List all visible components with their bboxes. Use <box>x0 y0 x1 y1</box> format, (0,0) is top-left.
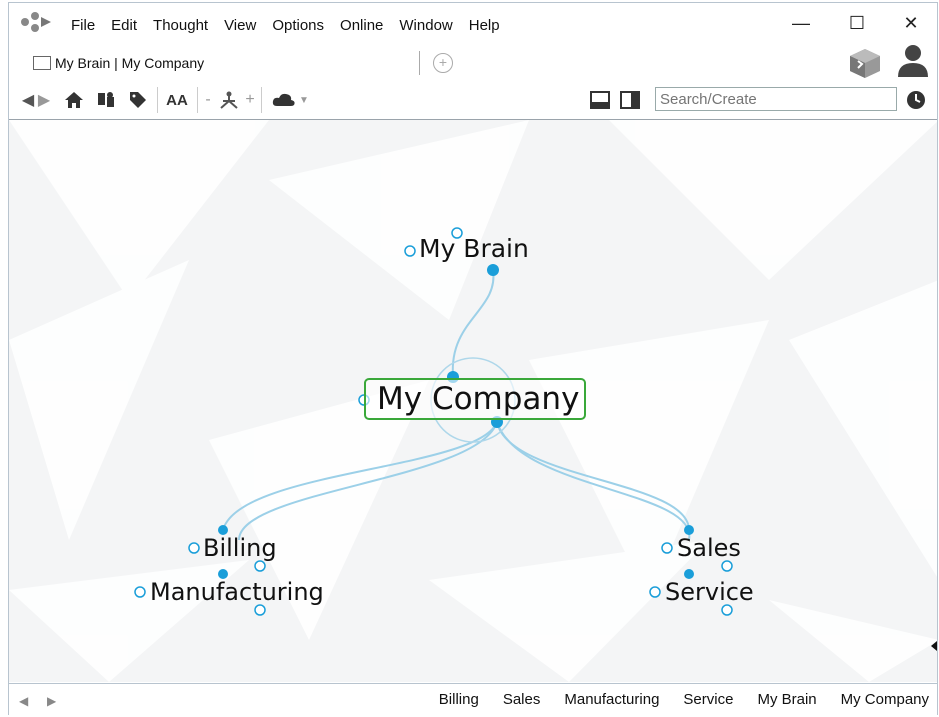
menu-window[interactable]: Window <box>391 17 460 34</box>
thebrain-logo-icon[interactable] <box>19 11 53 33</box>
toolbar-separator <box>261 87 262 113</box>
billing-child-gate <box>254 560 266 572</box>
breadcrumb-forward-icon[interactable]: ▶ <box>47 694 56 708</box>
sales-left-gate <box>661 542 673 554</box>
sales-child-gate <box>721 560 733 572</box>
menu-thought[interactable]: Thought <box>145 17 216 34</box>
menu-view[interactable]: View <box>216 17 264 34</box>
menu-edit[interactable]: Edit <box>103 17 145 34</box>
parent-left-gate <box>404 245 416 257</box>
service-child-gate <box>721 604 733 616</box>
add-tab-button[interactable]: + <box>433 53 453 73</box>
menu-help[interactable]: Help <box>461 17 508 34</box>
find-thought-icon[interactable] <box>95 89 117 111</box>
tab-row: My Brain | My Company + <box>9 45 937 79</box>
tag-icon[interactable] <box>127 89 149 111</box>
back-arrow-icon[interactable]: ◀ <box>21 89 35 111</box>
home-icon[interactable] <box>63 89 85 111</box>
zoom-in-button[interactable]: + <box>245 89 255 111</box>
expand-thought-icon[interactable] <box>217 89 241 111</box>
thought-child-billing[interactable]: Billing <box>203 534 277 562</box>
forward-arrow-icon[interactable]: ▶ <box>37 89 51 111</box>
thought-child-service[interactable]: Service <box>665 578 754 606</box>
minimize-button[interactable]: — <box>781 11 821 35</box>
manufacturing-child-gate <box>254 604 266 616</box>
breadcrumb-item[interactable]: Service <box>683 691 733 708</box>
tab-my-brain[interactable]: My Brain | My Company <box>27 51 420 75</box>
title-bar: File Edit Thought View Options Online Wi… <box>9 3 937 47</box>
breadcrumb-item[interactable]: Sales <box>503 691 541 708</box>
thought-child-manufacturing[interactable]: Manufacturing <box>150 578 324 606</box>
zoom-out-button[interactable]: - <box>203 89 213 111</box>
menu-file[interactable]: File <box>63 17 103 34</box>
breadcrumb-back-icon[interactable]: ◀ <box>19 694 28 708</box>
close-button[interactable]: ✕ <box>891 11 931 35</box>
maximize-button[interactable]: ☐ <box>837 11 877 35</box>
breadcrumb-item[interactable]: My Brain <box>757 691 816 708</box>
font-size-button[interactable]: AA <box>165 89 189 111</box>
manufacturing-left-gate <box>134 586 146 598</box>
toolbar-separator <box>197 87 198 113</box>
app-window: File Edit Thought View Options Online Wi… <box>8 2 938 716</box>
layout-side-panel-icon[interactable] <box>619 89 641 111</box>
service-left-gate <box>649 586 661 598</box>
user-avatar-icon[interactable] <box>895 41 931 79</box>
plex-canvas[interactable]: My Brain My Company Billing Manufacturin… <box>9 120 937 682</box>
panel-expand-handle[interactable] <box>931 638 937 651</box>
billing-left-gate <box>188 542 200 554</box>
breadcrumb-item[interactable]: Manufacturing <box>564 691 659 708</box>
cloud-dropdown-chevron-icon[interactable]: ▼ <box>299 89 309 111</box>
breadcrumb-item[interactable]: Billing <box>439 691 479 708</box>
toolbar-separator <box>157 87 158 113</box>
menu-bar: File Edit Thought View Options Online Wi… <box>63 17 508 34</box>
parent-gate-dot <box>487 264 499 276</box>
active-thought-my-company[interactable]: My Company <box>364 378 586 420</box>
tab-title: My Brain | My Company <box>55 55 205 71</box>
cube-icon[interactable] <box>847 47 883 79</box>
search-create-input[interactable] <box>655 87 897 111</box>
breadcrumb-list: Billing Sales Manufacturing Service My B… <box>439 691 929 708</box>
thought-parent-my-brain[interactable]: My Brain <box>419 234 529 263</box>
cloud-sync-icon[interactable] <box>271 89 297 111</box>
breadcrumb-item[interactable]: My Company <box>841 691 929 708</box>
history-clock-icon[interactable] <box>905 89 927 111</box>
toolbar: ◀ ▶ AA - + ▼ <box>9 81 937 120</box>
menu-options[interactable]: Options <box>264 17 332 34</box>
layout-bottom-panel-icon[interactable] <box>589 89 611 111</box>
menu-online[interactable]: Online <box>332 17 391 34</box>
brain-file-icon <box>33 56 51 70</box>
breadcrumb-bar: ◀ ▶ Billing Sales Manufacturing Service … <box>9 683 937 716</box>
thought-child-sales[interactable]: Sales <box>677 534 741 562</box>
